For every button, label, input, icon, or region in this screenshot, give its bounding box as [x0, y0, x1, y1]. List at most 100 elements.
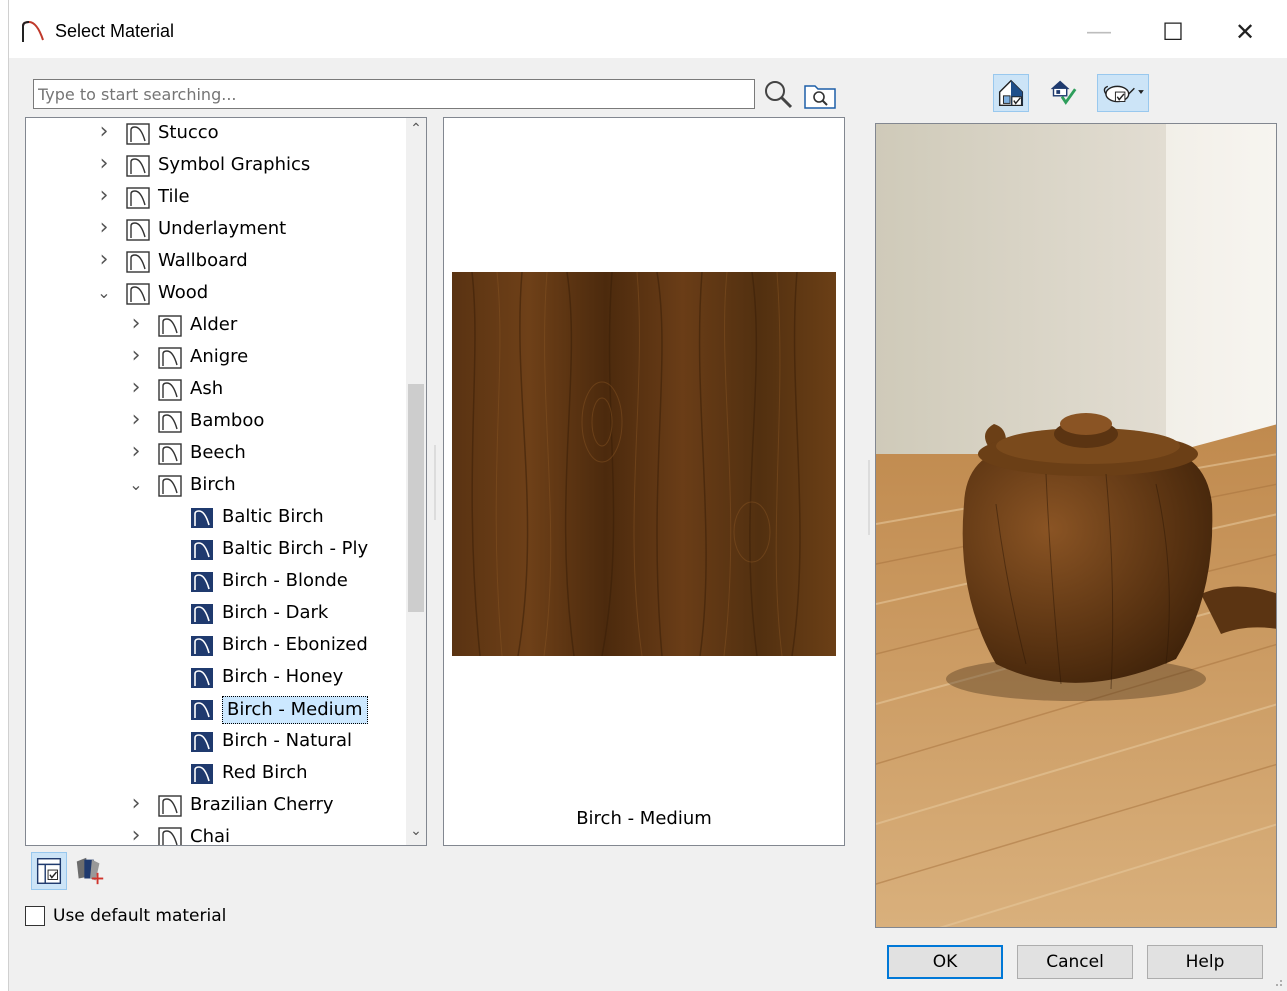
tree-material-item[interactable]: Birch - Blonde	[26, 567, 404, 597]
material-preview-panel: Birch - Medium	[443, 117, 845, 846]
material-tree[interactable]: › Stucco › Symbol Graphics › Tile › Underlaymen…	[25, 117, 427, 846]
folder-icon	[158, 475, 182, 497]
splitter-handle[interactable]	[433, 445, 437, 520]
tree-item-label: Brazilian Cherry	[190, 794, 334, 815]
tree-item-label: Symbol Graphics	[158, 154, 311, 175]
tree-item-label: Anigre	[190, 346, 249, 367]
tree-item-label: Birch - Medium	[222, 696, 368, 724]
search-input[interactable]	[33, 79, 755, 109]
tree-folder-item[interactable]: ⌄ Birch	[26, 471, 404, 501]
chevron-right-icon[interactable]: ›	[128, 439, 144, 464]
scroll-thumb[interactable]	[408, 384, 424, 612]
tree-item-label: Wallboard	[158, 250, 248, 271]
teapot-scene-image	[876, 124, 1276, 927]
3d-material-preview[interactable]	[875, 123, 1277, 928]
chevron-right-icon[interactable]: ›	[96, 247, 112, 272]
tree-material-item[interactable]: Red Birch	[26, 759, 404, 789]
folder-icon	[158, 443, 182, 465]
tree-folder-item[interactable]: › Tile	[26, 183, 404, 213]
folder-icon	[158, 379, 182, 401]
tree-item-label: Baltic Birch - Ply	[222, 538, 369, 559]
tree-material-item[interactable]: Birch - Natural	[26, 727, 404, 757]
tree-item-label: Underlayment	[158, 218, 287, 239]
exterior-house-view-button[interactable]	[993, 74, 1029, 112]
tree-material-item[interactable]: Baltic Birch - Ply	[26, 535, 404, 565]
tree-item-label: Red Birch	[222, 762, 308, 783]
tree-folder-item[interactable]: › Alder	[26, 311, 404, 341]
material-icon	[191, 604, 213, 624]
tree-item-label: Birch - Honey	[222, 666, 344, 687]
tree-item-label: Baltic Birch	[222, 506, 324, 527]
library-browser-button[interactable]	[31, 852, 67, 890]
chevron-right-icon[interactable]: ›	[128, 823, 144, 845]
tree-item-label: Wood	[158, 282, 209, 303]
chevron-down-icon[interactable]: ⌄	[128, 475, 144, 495]
house-check-icon	[1050, 80, 1077, 105]
tree-item-label: Ash	[190, 378, 224, 399]
material-swatch	[452, 272, 836, 656]
close-button[interactable]: ✕	[1221, 12, 1269, 52]
tree-folder-item[interactable]: › Ash	[26, 375, 404, 405]
use-default-material-row[interactable]: Use default material	[25, 904, 226, 928]
select-material-dialog: Select Material — ☐ ✕ › Stucco › Symbol Gra…	[8, 0, 1287, 991]
house-check-button[interactable]	[1045, 74, 1081, 112]
tree-item-label: Birch - Blonde	[222, 570, 348, 591]
add-material-button[interactable]	[73, 852, 109, 890]
folder-search-icon[interactable]	[803, 80, 837, 110]
exterior-house-view-icon	[998, 79, 1024, 106]
tree-item-label: Tile	[158, 186, 190, 207]
minimize-button[interactable]: —	[1075, 12, 1123, 52]
tree-item-label: Bamboo	[190, 410, 265, 431]
tree-folder-item[interactable]: › Symbol Graphics	[26, 151, 404, 181]
tree-scrollbar[interactable]: ⌃ ⌄	[406, 118, 426, 845]
chevron-right-icon[interactable]: ›	[96, 151, 112, 176]
tree-folder-item[interactable]: › Bamboo	[26, 407, 404, 437]
scroll-up-icon[interactable]: ⌃	[406, 120, 426, 140]
folder-icon	[158, 347, 182, 369]
chevron-right-icon[interactable]: ›	[128, 343, 144, 368]
chevron-right-icon[interactable]: ›	[96, 183, 112, 208]
cancel-button[interactable]: Cancel	[1017, 945, 1133, 979]
tree-folder-item[interactable]: › Stucco	[26, 119, 404, 149]
scroll-down-icon[interactable]: ⌄	[406, 822, 426, 842]
help-button[interactable]: Help	[1147, 945, 1263, 979]
tree-folder-item[interactable]: › Anigre	[26, 343, 404, 373]
window-title: Select Material	[55, 21, 175, 41]
material-icon	[191, 732, 213, 752]
tree-item-label: Alder	[190, 314, 238, 335]
maximize-button[interactable]: ☐	[1149, 12, 1197, 52]
chevron-right-icon[interactable]: ›	[96, 215, 112, 240]
tree-material-item[interactable]: Birch - Honey	[26, 663, 404, 693]
chevron-right-icon[interactable]: ›	[128, 375, 144, 400]
tree-item-label: Chai	[190, 826, 231, 846]
tree-folder-item[interactable]: ⌄ Wood	[26, 279, 404, 309]
folder-icon	[158, 315, 182, 337]
splitter-handle[interactable]	[867, 460, 871, 535]
folder-icon	[126, 251, 150, 273]
material-icon	[191, 572, 213, 592]
search-icon[interactable]	[761, 78, 795, 110]
tree-material-item[interactable]: Birch - Ebonized	[26, 631, 404, 661]
ok-button[interactable]: OK	[887, 945, 1003, 979]
chevron-down-icon[interactable]: ⌄	[96, 283, 112, 303]
tree-folder-item[interactable]: › Wallboard	[26, 247, 404, 277]
material-icon	[191, 764, 213, 784]
tree-folder-item[interactable]: › Brazilian Cherry	[26, 791, 404, 821]
tree-folder-item[interactable]: › Underlayment	[26, 215, 404, 245]
tree-folder-item[interactable]: › Beech	[26, 439, 404, 469]
chevron-right-icon[interactable]: ›	[96, 119, 112, 144]
use-default-material-checkbox[interactable]	[25, 906, 45, 926]
tree-item-label: Stucco	[158, 122, 219, 143]
tree-material-item[interactable]: Birch - Medium	[26, 695, 404, 725]
chevron-right-icon[interactable]: ›	[128, 791, 144, 816]
object-view-dropdown-button[interactable]	[1097, 74, 1149, 112]
resize-grip-icon[interactable]	[1271, 975, 1283, 987]
chevron-right-icon[interactable]: ›	[128, 407, 144, 432]
app-logo-icon	[22, 20, 44, 42]
tree-item-label: Birch - Natural	[222, 730, 352, 751]
tree-material-item[interactable]: Baltic Birch	[26, 503, 404, 533]
folder-icon	[126, 187, 150, 209]
tree-material-item[interactable]: Birch - Dark	[26, 599, 404, 629]
tree-folder-item[interactable]: › Chai	[26, 823, 404, 846]
chevron-right-icon[interactable]: ›	[128, 311, 144, 336]
